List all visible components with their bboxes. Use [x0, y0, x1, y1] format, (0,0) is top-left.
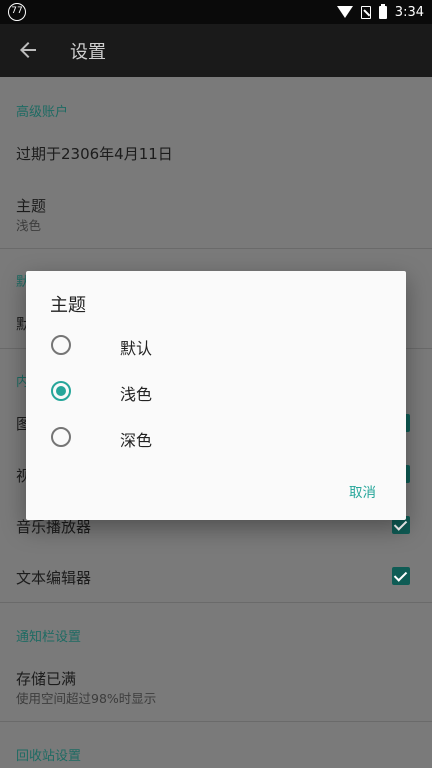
theme-item-value: 浅色	[16, 218, 42, 233]
divider	[0, 248, 432, 249]
section-header-advanced: 高级账户	[16, 105, 69, 120]
expire-item[interactable]: 过期于2306年4月11日	[16, 143, 173, 164]
theme-option-light[interactable]: 浅色	[50, 373, 380, 409]
status-bar: 77 3:34	[0, 0, 432, 24]
page-title: 设置	[70, 42, 106, 63]
app-bar: 设置	[0, 24, 432, 77]
radio-button-selected-icon[interactable]	[51, 381, 71, 401]
option-label: 深色	[120, 431, 153, 450]
clock: 3:34	[394, 4, 424, 20]
back-arrow-icon[interactable]	[16, 38, 40, 62]
text-editor-checkbox[interactable]	[392, 567, 410, 585]
divider	[0, 602, 432, 603]
cancel-button[interactable]: 取消	[349, 481, 376, 501]
section-header-recycle: 回收站设置	[16, 749, 82, 764]
notification-badge-icon: 77	[8, 3, 26, 21]
section-header-notification: 通知栏设置	[16, 630, 82, 645]
no-sim-icon	[360, 5, 371, 19]
text-editor-item[interactable]: 文本编辑器	[16, 567, 91, 588]
theme-item-title[interactable]: 主题	[16, 195, 46, 216]
divider	[0, 721, 432, 722]
radio-button-icon[interactable]	[51, 427, 71, 447]
storage-full-item[interactable]: 存储已满	[16, 668, 76, 689]
option-label: 默认	[120, 339, 153, 358]
theme-option-dark[interactable]: 深色	[50, 419, 380, 455]
option-label: 浅色	[120, 385, 153, 404]
storage-full-subtitle: 使用空间超过98%时显示	[16, 691, 157, 706]
dialog-title: 主题	[50, 295, 86, 316]
wifi-icon	[336, 6, 353, 18]
theme-option-default[interactable]: 默认	[50, 327, 380, 363]
radio-button-icon[interactable]	[51, 335, 71, 355]
theme-dialog: 主题 默认 浅色 深色 取消	[26, 271, 406, 520]
battery-icon	[378, 3, 387, 19]
